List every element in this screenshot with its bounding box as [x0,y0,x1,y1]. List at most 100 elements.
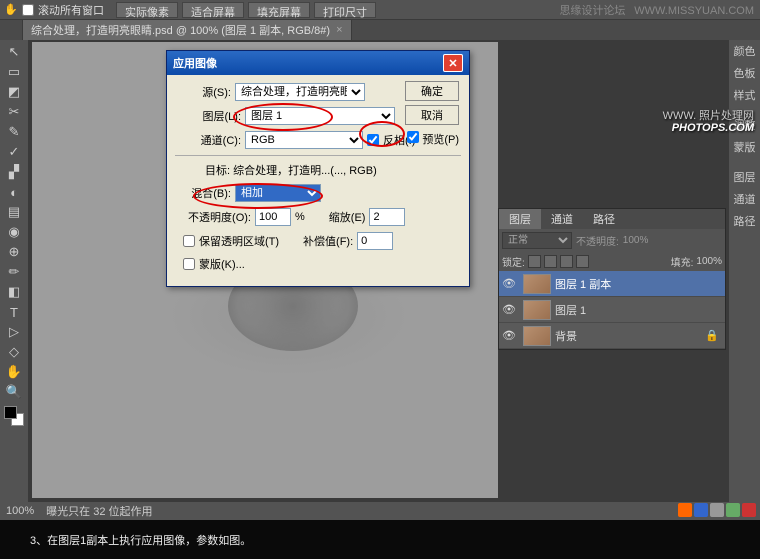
eye-icon[interactable]: 👁 [499,329,519,342]
scroll-all-checkbox[interactable] [22,4,34,16]
scale-input[interactable] [369,208,405,226]
layer-thumb[interactable] [523,274,551,294]
dialog-close-button[interactable]: ✕ [443,54,463,72]
pen-tool[interactable]: ▷ [3,322,25,342]
gradient-tool[interactable]: ⊕ [3,242,25,262]
blur-tool[interactable]: ✏ [3,262,25,282]
lock-all-icon[interactable] [576,255,589,268]
layer-thumb[interactable] [523,300,551,320]
tray-icon[interactable] [678,503,692,517]
tray-icon[interactable] [710,503,724,517]
swatch-panel-tab[interactable]: 色板 [729,62,760,84]
layer-row[interactable]: 👁 背景 🔒 [499,323,725,349]
preserve-trans-checkbox[interactable] [183,235,195,247]
style-panel-tab[interactable]: 样式 [729,84,760,106]
channel-select[interactable]: RGB [245,131,363,149]
lock-pos-icon[interactable] [560,255,573,268]
ok-button[interactable]: 确定 [405,81,459,101]
tray-icon[interactable] [726,503,740,517]
options-bar: ✋ 滚动所有窗口 实际像素 适合屏幕 填充屏幕 打印尺寸 思缘设计论坛 WWW.… [0,0,760,20]
tab-layers[interactable]: 图层 [499,209,541,229]
tab-channels[interactable]: 通道 [541,209,583,229]
preview-checkbox[interactable] [407,131,419,143]
layers-lock-row: 锁定: 填充: 100% [499,252,725,271]
marquee-tool[interactable]: ▭ [3,62,25,82]
zoom-tool[interactable]: 🔍 [3,382,25,402]
invert-checkbox[interactable] [367,134,379,146]
cancel-button[interactable]: 取消 [405,105,459,125]
brush-tool[interactable]: ▞ [3,162,25,182]
print-size-button[interactable]: 打印尺寸 [314,2,376,18]
move-tool[interactable]: ↖ [3,42,25,62]
text-tool[interactable]: T [3,302,25,322]
layer-row[interactable]: 👁 图层 1 [499,297,725,323]
color-panel-tab[interactable]: 颜色 [729,40,760,62]
actual-pixels-button[interactable]: 实际像素 [116,2,178,18]
offset-input[interactable] [357,232,393,250]
blend-select[interactable]: 相加 [235,184,321,202]
blend-label: 混合(B): [175,185,231,201]
layers-panel-controls: 正常 不透明度: 100% [499,229,725,252]
eraser-tool[interactable]: ◉ [3,222,25,242]
dialog-titlebar[interactable]: 应用图像 ✕ [167,51,469,75]
opacity-value[interactable]: 100% [623,235,649,246]
layer-name: 背景 [555,328,577,344]
lasso-tool[interactable]: ◩ [3,82,25,102]
mask-label: 蒙版(K)... [199,256,245,272]
watermark: WWW. 照片处理网 PHOTOPS.COM [663,110,754,134]
watermark-brand: PHOTOPS.COM [663,122,754,134]
clone-tool[interactable]: ◐ [3,182,25,202]
fill-screen-button[interactable]: 填充屏幕 [248,2,310,18]
zoom-level[interactable]: 100% [6,505,34,517]
forum-name: 思缘设计论坛 [559,5,625,17]
hand-tool[interactable]: ✋ [3,362,25,382]
lock-pixels-icon[interactable] [544,255,557,268]
fill-value[interactable]: 100% [696,256,722,267]
close-tab-icon[interactable]: × [336,24,342,36]
fit-screen-button[interactable]: 适合屏幕 [182,2,244,18]
exposure-info: 曝光只在 32 位起作用 [46,503,152,519]
photoshop-window: ✋ 滚动所有窗口 实际像素 适合屏幕 填充屏幕 打印尺寸 思缘设计论坛 WWW.… [0,0,760,520]
toolbox: ↖ ▭ ◩ ✂ ✎ ✓ ▞ ◐ ▤ ◉ ⊕ ✏ ◧ T ▷ ◇ ✋ 🔍 [0,40,28,520]
opacity-input[interactable] [255,208,291,226]
dodge-tool[interactable]: ◧ [3,282,25,302]
target-row: 目标: 综合处理，打造明...(..., RGB) [205,162,461,178]
lock-icon: 🔒 [705,329,719,342]
layer-select[interactable]: 图层 1 [245,107,395,125]
channel-label: 通道(C): [195,132,241,148]
fill-label: 填充: [671,254,694,269]
opacity-label: 不透明度: [576,233,619,248]
channel-panel-tab[interactable]: 通道 [729,188,760,210]
layer-row[interactable]: 👁 图层 1 副本 [499,271,725,297]
eyedropper-tool[interactable]: ✎ [3,122,25,142]
tutorial-caption: 3、在图层1副本上执行应用图像，参数如图。 [0,520,760,559]
scale-label: 缩放(E) [329,209,366,225]
source-select[interactable]: 综合处理，打造明亮眼睛 [235,83,365,101]
lock-trans-icon[interactable] [528,255,541,268]
eye-icon[interactable]: 👁 [499,303,519,316]
mask-checkbox[interactable] [183,258,195,270]
path-panel-tab[interactable]: 路径 [729,210,760,232]
layer-thumb[interactable] [523,326,551,346]
system-tray [678,503,756,517]
tray-icon[interactable] [742,503,756,517]
crop-tool[interactable]: ✂ [3,102,25,122]
mask-panel-tab[interactable]: 蒙版 [729,136,760,158]
layer-name: 图层 1 [555,302,586,318]
fg-color-swatch[interactable] [4,406,17,419]
blend-mode-select[interactable]: 正常 [502,232,572,249]
shape-tool[interactable]: ◇ [3,342,25,362]
opacity-unit: % [295,211,305,223]
heal-tool[interactable]: ✓ [3,142,25,162]
eye-icon[interactable]: 👁 [499,277,519,290]
hand-icon: ✋ [4,3,18,17]
document-tab[interactable]: 综合处理，打造明亮眼睛.psd @ 100% (图层 1 副本, RGB/8#)… [22,19,352,41]
caption-text: 3、在图层1副本上执行应用图像，参数如图。 [30,532,251,548]
color-swatches[interactable] [4,406,24,426]
tray-icon[interactable] [694,503,708,517]
history-brush-tool[interactable]: ▤ [3,202,25,222]
forum-url: WWW.MISSYUAN.COM [634,5,754,17]
forum-watermark: 思缘设计论坛 WWW.MISSYUAN.COM [559,2,754,18]
layer-panel-tab[interactable]: 图层 [729,166,760,188]
tab-paths[interactable]: 路径 [583,209,625,229]
